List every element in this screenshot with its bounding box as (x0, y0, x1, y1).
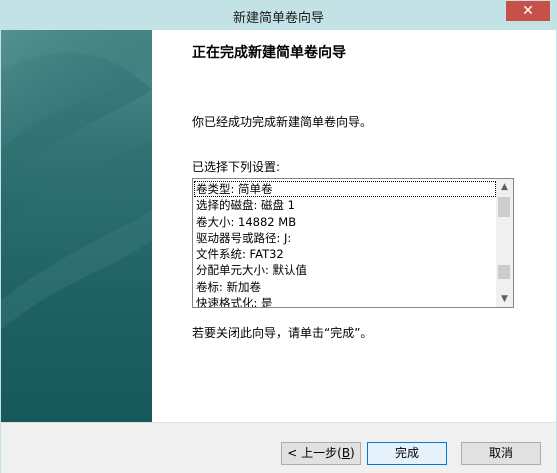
list-item[interactable]: 选择的磁盘: 磁盘 1 (194, 197, 496, 213)
scroll-down-button[interactable]: ▼ (496, 291, 513, 307)
close-button[interactable]: ✕ (506, 1, 550, 21)
back-button-accelerator: B (341, 446, 351, 460)
chevron-up-icon: ▲ (501, 182, 508, 192)
back-button-label: < 上一步( (287, 446, 342, 460)
close-icon: ✕ (522, 3, 534, 19)
list-item[interactable]: 卷类型: 简单卷 (194, 181, 496, 198)
page-title: 正在完成新建简单卷向导 (192, 45, 346, 61)
list-item[interactable]: 卷大小: 14882 MB (194, 214, 496, 230)
scroll-thumb[interactable] (498, 197, 510, 217)
window-title: 新建简单卷向导 (232, 11, 324, 26)
finish-button[interactable]: 完成 (367, 442, 447, 465)
button-bar: < 上一步(B) 完成 取消 (1, 422, 556, 473)
wizard-window: 新建简单卷向导 ✕ 正在完成新建简单卷向导 你已经成功完成新建简单卷向导。 已选… (0, 0, 557, 473)
scroll-thumb[interactable] (498, 265, 510, 279)
vertical-scrollbar[interactable]: ▲ ▼ (496, 179, 513, 307)
finish-hint-text: 若要关闭此向导，请单击“完成”。 (192, 326, 373, 340)
list-item[interactable]: 文件系统: FAT32 (194, 246, 496, 262)
back-button[interactable]: < 上一步(B) (281, 442, 361, 465)
settings-list-label: 已选择下列设置: (192, 160, 281, 174)
wizard-content: 正在完成新建简单卷向导 你已经成功完成新建简单卷向导。 已选择下列设置: 卷类型… (152, 30, 556, 422)
back-button-label-end: ) (350, 446, 355, 460)
intro-text: 你已经成功完成新建简单卷向导。 (192, 115, 373, 129)
settings-list-items: 卷类型: 简单卷 选择的磁盘: 磁盘 1 卷大小: 14882 MB 驱动器号或… (194, 181, 496, 307)
list-item[interactable]: 分配单元大小: 默认值 (194, 262, 496, 278)
settings-listbox[interactable]: 卷类型: 简单卷 选择的磁盘: 磁盘 1 卷大小: 14882 MB 驱动器号或… (192, 178, 514, 308)
scroll-up-button[interactable]: ▲ (496, 179, 513, 195)
cancel-button[interactable]: 取消 (461, 442, 541, 465)
list-item[interactable]: 卷标: 新加卷 (194, 279, 496, 295)
title-bar[interactable]: 新建简单卷向导 ✕ (1, 1, 556, 30)
banner-wave-graphic (1, 30, 152, 330)
chevron-down-icon: ▼ (501, 294, 508, 304)
list-item[interactable]: 驱动器号或路径: J: (194, 230, 496, 246)
list-item[interactable]: 快速格式化: 是 (194, 295, 496, 307)
wizard-side-banner (1, 30, 152, 422)
